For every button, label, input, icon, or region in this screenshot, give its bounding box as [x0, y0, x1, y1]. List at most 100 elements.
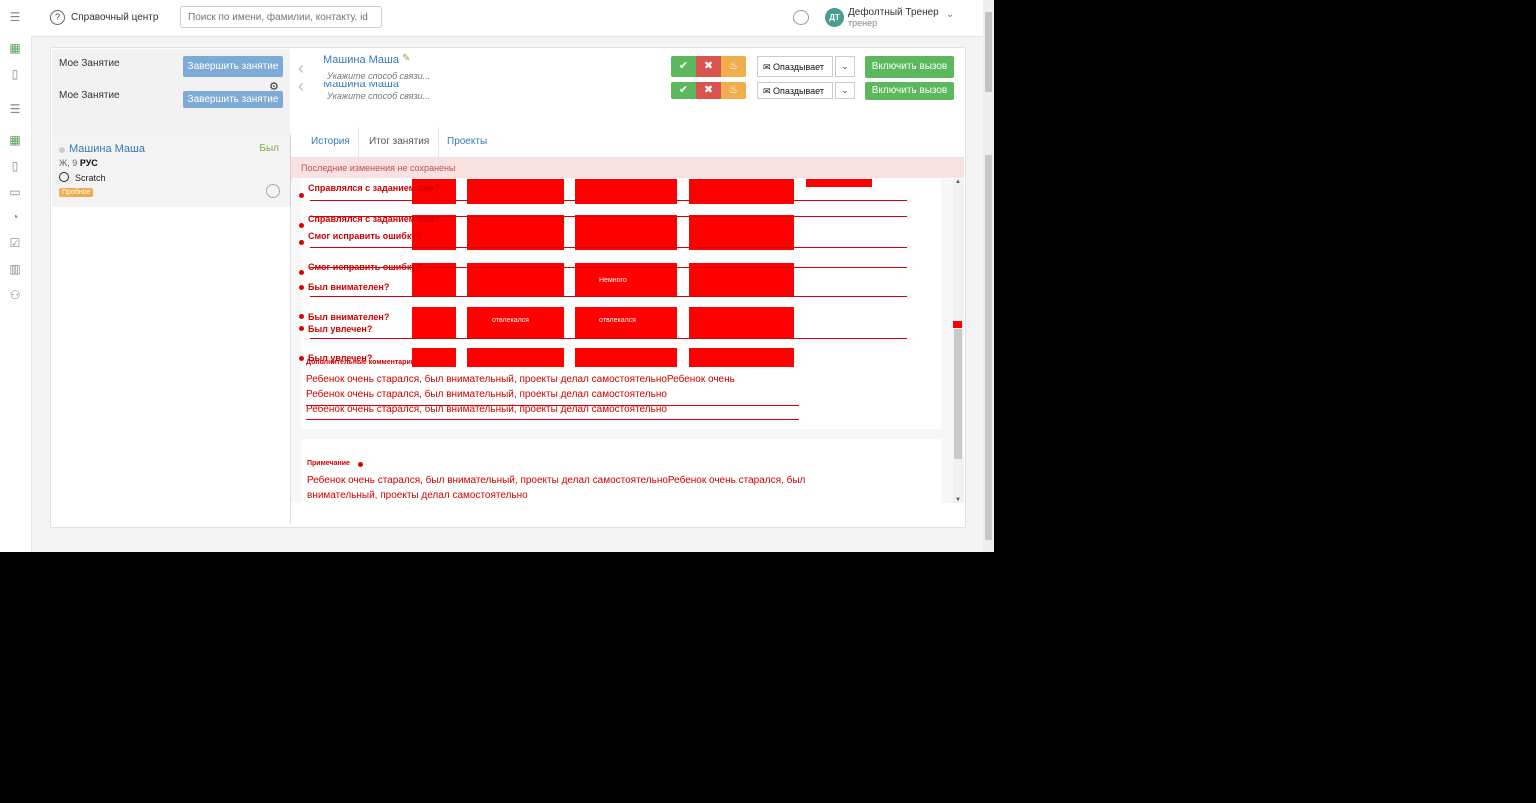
comment-underline: [306, 419, 799, 420]
calendar-icon[interactable]: ▦: [6, 40, 24, 56]
finish-lesson-button-duplicate[interactable]: Завершить занятие: [183, 91, 283, 108]
left-rail: ☰ ▦ ▯ ☰ ▦ ▯ ▭ ◔ ☑ ▥ ⚇: [0, 0, 32, 552]
attendance-status: Был: [259, 143, 279, 154]
tab-projects[interactable]: Проекты: [447, 136, 487, 147]
scroll-down-icon[interactable]: ▼: [955, 497, 961, 503]
trial-badge: Пробное: [59, 188, 94, 197]
page-scrollbar[interactable]: [983, 0, 994, 552]
lesson-header: Мое Занятие Завершить занятие ⚙ Мое Заня…: [52, 49, 290, 135]
required-dot: [299, 223, 304, 228]
late-dropdown-toggle-duplicate[interactable]: ⌄: [835, 82, 855, 99]
note-text-2[interactable]: внимательный, проекты делал самостоятель…: [307, 490, 528, 501]
mark-absent-button[interactable]: ✖: [696, 56, 721, 77]
calendar-icon-duplicate[interactable]: ▦: [6, 132, 24, 148]
overlay-box[interactable]: [412, 348, 456, 367]
folder-icon[interactable]: ▭: [6, 184, 24, 200]
overlay-box[interactable]: [467, 348, 564, 367]
student-chat-icon[interactable]: [266, 184, 280, 198]
users-icon[interactable]: ⚇: [6, 287, 24, 303]
contact-method-input[interactable]: Укажите способ связи...: [327, 71, 430, 81]
late-dropdown-toggle[interactable]: ⌄: [835, 56, 855, 77]
finish-lesson-button[interactable]: Завершить занятие: [183, 56, 283, 77]
scroll-up-icon[interactable]: ▲: [955, 179, 961, 185]
row-divider: [310, 200, 907, 201]
overlay-box[interactable]: [467, 215, 564, 250]
option-label: отвлекался: [599, 317, 636, 324]
chevron-down-icon[interactable]: ⌄: [946, 9, 954, 20]
overlay-box[interactable]: [689, 215, 794, 250]
note-card: Примечание Ребенок очень старался, был в…: [301, 439, 941, 503]
overlay-box[interactable]: [575, 215, 677, 250]
search-input[interactable]: [180, 6, 382, 28]
overlay-box[interactable]: [689, 263, 794, 297]
question-label: Справлялся с заданием сам?: [308, 183, 441, 193]
row-divider: [310, 247, 907, 248]
note-label: Примечание: [307, 460, 350, 467]
tab-lesson-summary[interactable]: Итог занятия: [369, 136, 429, 147]
help-center-link[interactable]: Справочный центр: [71, 12, 158, 23]
question-label: Был увлечен?: [308, 324, 373, 334]
help-icon[interactable]: ?: [50, 10, 65, 25]
edit-pencil-icon[interactable]: ✎: [402, 53, 410, 64]
comment-text[interactable]: Ребенок очень старался, был внимательный…: [306, 374, 735, 385]
contact-name-duplicate[interactable]: Машина Маша: [323, 82, 399, 90]
assessment-card: отвлекался отвлекался Немного Справлялся…: [299, 179, 941, 429]
content-scrollbar[interactable]: ▲ ▼: [953, 179, 963, 503]
unsaved-warning: Последние изменения не сохранены: [291, 158, 964, 178]
start-call-button[interactable]: Включить вызов: [865, 56, 954, 78]
overlay-box[interactable]: [467, 263, 564, 297]
overlay-box[interactable]: [412, 307, 456, 339]
checklist-icon[interactable]: ☑: [6, 235, 24, 251]
back-arrow-icon[interactable]: ‹: [298, 58, 304, 79]
late-button[interactable]: ✉ Опаздывает: [757, 56, 833, 77]
contact-name[interactable]: Машина Маша: [323, 54, 399, 66]
comment-text-duplicate[interactable]: Ребенок очень старался, был внимательный…: [306, 404, 667, 415]
bar-chart-icon[interactable]: ▥: [6, 261, 24, 277]
mark-present-button-duplicate[interactable]: ✔: [671, 82, 696, 99]
clipboard-icon[interactable]: ▯: [6, 66, 24, 82]
chat-icon[interactable]: [793, 10, 809, 25]
overlay-box[interactable]: [575, 348, 677, 367]
presence-dot: [59, 147, 65, 153]
mark-hot-button-duplicate[interactable]: ♨: [721, 82, 746, 99]
course-name: Scratch: [75, 173, 106, 183]
mark-absent-button-duplicate[interactable]: ✖: [696, 82, 721, 99]
option-label: отвлекался: [492, 317, 529, 324]
overlay-box[interactable]: [806, 179, 872, 187]
start-call-button-duplicate[interactable]: Включить вызов: [865, 82, 954, 100]
app-window: ☰ ▦ ▯ ☰ ▦ ▯ ▭ ◔ ☑ ▥ ⚇ ? Справочный центр…: [0, 0, 994, 552]
menu-toggle-icon[interactable]: ☰: [6, 9, 24, 25]
clock-icon: [59, 172, 69, 182]
required-dot: [299, 270, 304, 275]
question-label: Справлялся с заданием сам?: [308, 214, 441, 224]
student-card[interactable]: Машина Маша Был Ж, 9 РУС Scratch Пробное: [52, 135, 292, 207]
late-button-duplicate[interactable]: ✉ Опаздывает: [757, 82, 833, 99]
user-role: тренер: [848, 18, 878, 28]
pie-chart-icon[interactable]: ◔: [6, 209, 24, 225]
mark-hot-button[interactable]: ♨: [721, 56, 746, 77]
student-name[interactable]: Машина Маша: [69, 143, 145, 155]
mark-present-button[interactable]: ✔: [671, 56, 696, 77]
back-arrow-icon-duplicate[interactable]: ‹: [298, 82, 304, 97]
sidebar-empty-area: [52, 207, 291, 525]
user-name[interactable]: Дефолтный Тренер: [848, 7, 939, 18]
clipboard-icon-duplicate[interactable]: ▯: [6, 158, 24, 174]
required-dot: [299, 356, 304, 361]
overlay-box[interactable]: [689, 307, 794, 339]
required-dot: [299, 326, 304, 331]
comment-text[interactable]: Ребенок очень старался, был внимательный…: [306, 389, 667, 400]
contact-method-input-duplicate[interactable]: Укажите способ связи...: [327, 91, 430, 101]
note-text[interactable]: Ребенок очень старался, был внимательный…: [307, 475, 805, 486]
content-scrollbar-thumb[interactable]: [954, 329, 962, 459]
contact-bar-duplicate: ‹ Машина Маша Укажите способ связи... ✔ …: [291, 82, 964, 106]
overlay-box[interactable]: [689, 348, 794, 367]
menu-toggle-icon-duplicate[interactable]: ☰: [6, 101, 24, 117]
overlay-box: [953, 321, 962, 328]
avatar[interactable]: ДТ: [825, 8, 844, 27]
page-scrollbar-thumb-secondary[interactable]: [985, 155, 992, 540]
summary-content: отвлекался отвлекался Немного Справлялся…: [291, 179, 964, 503]
comment-label: Дополнительные комментарии: [306, 359, 416, 366]
tab-history[interactable]: История: [311, 136, 350, 147]
page-scrollbar-thumb[interactable]: [985, 12, 992, 92]
lesson-frame: Мое Занятие Завершить занятие ⚙ Мое Заня…: [50, 47, 966, 528]
